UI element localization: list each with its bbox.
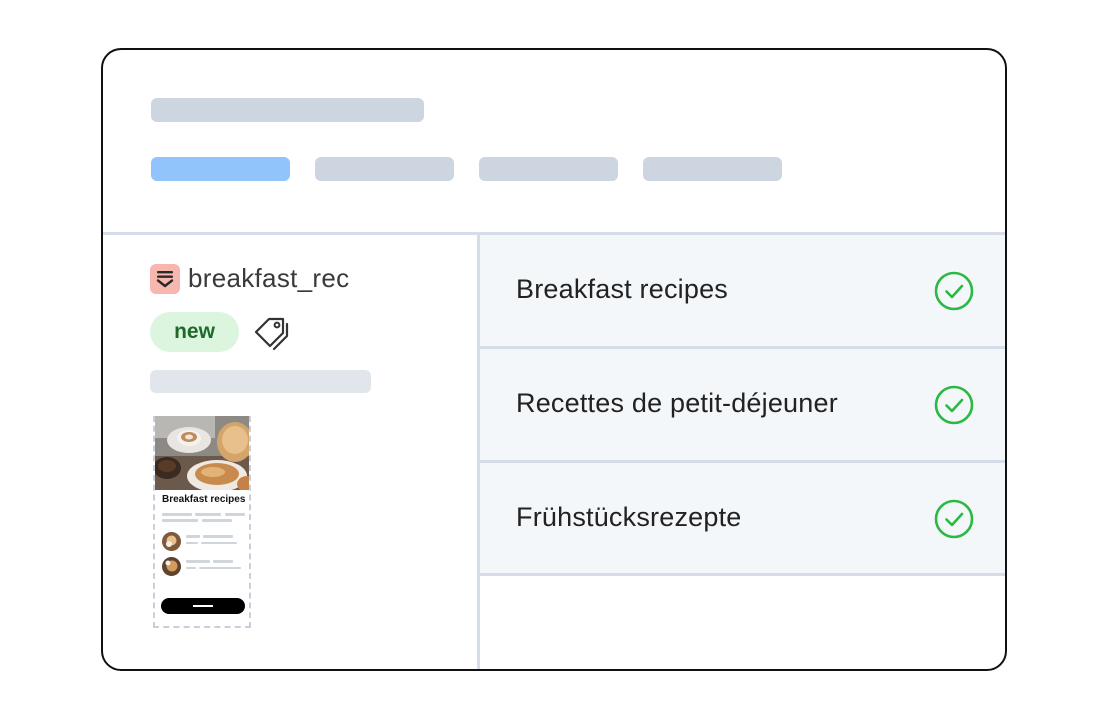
tag-icon[interactable] (252, 314, 292, 355)
translation-row-en[interactable]: Breakfast recipes (480, 235, 1005, 346)
preview-title: Breakfast recipes (162, 494, 246, 505)
translation-row-fr[interactable]: Recettes de petit-déjeuner (480, 349, 1005, 460)
translation-row-de[interactable]: Frühstücksrezepte (480, 463, 1005, 574)
app-window: breakfast_rec new Breakfast recipes Brea… (101, 48, 1007, 671)
check-circle-icon (934, 271, 974, 311)
translation-label: Breakfast recipes (516, 274, 728, 304)
translation-label: Recettes de petit-déjeuner (516, 388, 838, 418)
tab-active[interactable] (151, 157, 290, 181)
preview-text-line (162, 513, 192, 516)
preview-recipe-avatar (162, 532, 181, 551)
preview-text-line (199, 567, 241, 569)
preview-text-line (186, 567, 196, 569)
check-circle-icon (934, 499, 974, 539)
tab-3[interactable] (479, 157, 618, 181)
check-circle-icon (934, 385, 974, 425)
preview-text-line (203, 535, 233, 538)
preview-text-line (186, 535, 200, 538)
preview-text-line (186, 560, 210, 563)
tab-2[interactable] (315, 157, 454, 181)
tab-4[interactable] (643, 157, 782, 181)
preview-text-line (162, 519, 198, 522)
preview-text-line (186, 542, 198, 544)
preview-recipe-avatar (162, 557, 181, 576)
document-icon (150, 264, 180, 294)
translation-label: Frühstücksrezepte (516, 502, 742, 532)
description-placeholder (150, 370, 371, 393)
preview-text-line (202, 519, 232, 522)
preview-text-line (225, 513, 245, 516)
preview-text-line (201, 542, 237, 544)
preview-text-line (195, 513, 221, 516)
preview-cta-button (161, 598, 245, 614)
breakfast-photo (155, 416, 249, 490)
page-title-placeholder (151, 98, 424, 122)
row-divider (480, 573, 1005, 576)
preview-text-line (213, 560, 233, 563)
status-badge: new (150, 312, 239, 352)
page-preview[interactable]: Breakfast recipes (153, 416, 251, 628)
file-name: breakfast_rec (188, 263, 350, 293)
